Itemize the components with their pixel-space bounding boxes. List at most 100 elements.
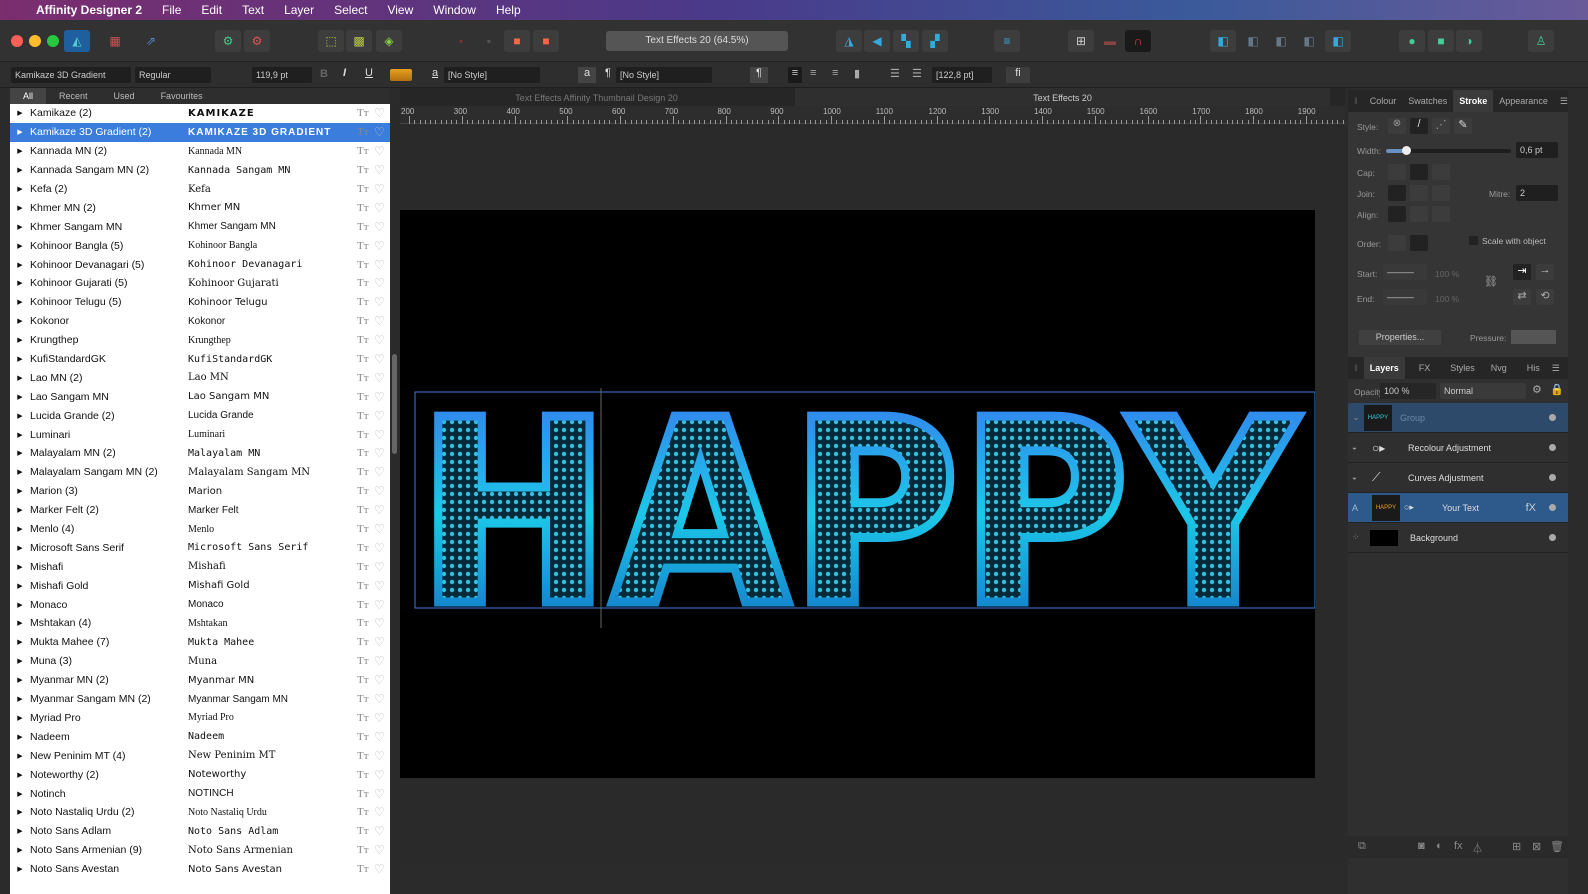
zoom-button[interactable] [47, 35, 59, 47]
font-list-item[interactable]: ▶Myanmar Sangam MN (2)Myanmar Sangam MNT… [10, 690, 390, 709]
scale-with-object-checkbox[interactable] [1469, 236, 1478, 245]
favourite-heart-icon[interactable]: ♡ [374, 371, 385, 385]
disclosure-triangle-icon[interactable]: ▶ [10, 261, 30, 269]
round-cap-icon[interactable] [1410, 164, 1428, 180]
font-list-item[interactable]: ▶Menlo (4)MenloTт♡ [10, 520, 390, 539]
select-grid-icon[interactable]: ▩ [346, 30, 372, 52]
disclosure-triangle-icon[interactable]: ▶ [10, 601, 30, 609]
font-list-item[interactable]: ▶Malayalam Sangam MN (2)Malayalam Sangam… [10, 463, 390, 482]
favourite-heart-icon[interactable]: ♡ [374, 749, 385, 763]
designer-persona-icon[interactable]: ◭ [64, 30, 90, 52]
disclosure-triangle-icon[interactable]: ▶ [10, 563, 30, 571]
flip-vertical-icon[interactable]: ◀ [864, 30, 890, 52]
delete-icon[interactable]: 🗑 [1550, 840, 1564, 853]
align-icon[interactable]: ≡ [994, 30, 1020, 52]
font-family-field[interactable]: Kamikaze 3D Gradient [11, 67, 131, 83]
disclosure-triangle-icon[interactable]: ▶ [10, 393, 30, 401]
tab-all[interactable]: All [10, 88, 46, 104]
disclosure-triangle-icon[interactable]: ▶ [10, 714, 30, 722]
disclosure-triangle-icon[interactable]: ▶ [10, 223, 30, 231]
font-list-item[interactable]: ▶MishafiMishafiTт♡ [10, 557, 390, 576]
font-list-item[interactable]: ▶Myriad ProMyriad ProTт♡ [10, 709, 390, 728]
arrow-outside-icon[interactable]: → [1536, 264, 1554, 280]
font-size-field[interactable]: 119,9 pt [252, 67, 312, 83]
pressure-graph[interactable] [1511, 330, 1556, 344]
menu-file[interactable]: File [162, 3, 181, 17]
panel-menu-icon[interactable]: ☰ [1554, 90, 1574, 112]
font-list-item[interactable]: ▶Khmer MN (2)Khmer MNTт♡ [10, 198, 390, 217]
happy-text-artwork[interactable]: HAPPY [400, 210, 1315, 778]
favourite-heart-icon[interactable]: ♡ [374, 258, 385, 272]
para-panel-button[interactable]: ¶ [750, 67, 768, 83]
intersect-boolean-icon[interactable]: ◧ [1268, 30, 1294, 52]
forward-icon[interactable]: ▪ [476, 30, 502, 52]
favourite-heart-icon[interactable]: ♡ [374, 522, 385, 536]
font-list-item[interactable]: ▶Malayalam MN (2)Malayalam MNTт♡ [10, 444, 390, 463]
favourite-heart-icon[interactable]: ♡ [374, 314, 385, 328]
disclosure-triangle-icon[interactable]: ▶ [10, 790, 30, 798]
font-list-item[interactable]: ▶Noto Sans Armenian (9)Noto Sans Armenia… [10, 841, 390, 860]
stroke-front-icon[interactable] [1410, 235, 1428, 251]
disclosure-triangle-icon[interactable]: ▶ [10, 638, 30, 646]
rotate-left-icon[interactable]: ▚ [893, 30, 919, 52]
favourite-heart-icon[interactable]: ♡ [374, 654, 385, 668]
app-menu[interactable]: Affinity Designer 2 [36, 3, 142, 17]
favourite-heart-icon[interactable]: ♡ [374, 182, 385, 196]
favourite-heart-icon[interactable]: ♡ [374, 106, 385, 120]
align-right-icon[interactable]: ≡ [832, 67, 838, 79]
tab-stroke[interactable]: Stroke [1453, 90, 1493, 112]
favourite-heart-icon[interactable]: ♡ [374, 824, 385, 838]
happy-text[interactable]: HAPPY [417, 366, 1300, 663]
account-icon[interactable]: ♙ [1528, 30, 1554, 52]
font-list-item[interactable]: ▶Noto Nastaliq Urdu (2)Noto Nastaliq Urd… [10, 803, 390, 822]
mitre-field[interactable]: 2 [1516, 185, 1558, 201]
char-panel-button[interactable]: a [578, 67, 596, 83]
artboard[interactable]: HAPPY [400, 210, 1315, 778]
favourite-heart-icon[interactable]: ♡ [374, 635, 385, 649]
align-center-icon[interactable]: ≡ [810, 67, 816, 79]
snapping-magnet-icon[interactable]: ∩ [1125, 30, 1151, 52]
favourite-heart-icon[interactable]: ♡ [374, 390, 385, 404]
end-scale-field[interactable]: 100 % [1435, 294, 1459, 304]
favourite-heart-icon[interactable]: ♡ [374, 730, 385, 744]
rotate-right-icon[interactable]: ▞ [922, 30, 948, 52]
favourite-heart-icon[interactable]: ♡ [374, 616, 385, 630]
favourite-heart-icon[interactable]: ♡ [374, 276, 385, 290]
lock-icon[interactable]: 🔒 [1550, 383, 1564, 396]
character-style-select[interactable]: [No Style] [444, 67, 540, 83]
font-list-item[interactable]: ▶MonacoMonacoTт♡ [10, 595, 390, 614]
font-list-item[interactable]: ▶KufiStandardGKKufiStandardGKTт♡ [10, 350, 390, 369]
disclosure-triangle-icon[interactable]: ▶ [10, 676, 30, 684]
justify-icon[interactable]: ▮ [854, 67, 860, 80]
tab-favourites[interactable]: Favourites [148, 88, 216, 104]
divide-boolean-icon[interactable]: ◧ [1325, 30, 1351, 52]
grid-icon[interactable]: ⊞ [1068, 30, 1094, 52]
disclosure-triangle-icon[interactable]: ▶ [10, 695, 30, 703]
favourite-heart-icon[interactable]: ♡ [374, 787, 385, 801]
fx-footer-icon[interactable]: fx [1454, 840, 1463, 852]
font-list-item[interactable]: ▶Kannada Sangam MN (2)Kannada Sangam MNT… [10, 161, 390, 180]
document-title[interactable]: Text Effects 20 (64.5%) [606, 31, 788, 51]
miter-join-icon[interactable] [1388, 185, 1406, 201]
font-list-item[interactable]: ▶Kannada MN (2)Kannada MNTт♡ [10, 142, 390, 161]
bevel-join-icon[interactable] [1432, 185, 1450, 201]
disclosure-triangle-icon[interactable]: ▶ [10, 374, 30, 382]
font-list-item[interactable]: ▶Khmer Sangam MNKhmer Sangam MNTт♡ [10, 217, 390, 236]
adjustment-icon[interactable]: ◐ [1436, 840, 1443, 852]
font-list-item[interactable]: ▶Noto Sans AvestanNoto Sans AvestanTт♡ [10, 860, 390, 879]
tab-styles[interactable]: Styles [1444, 357, 1481, 379]
font-list-item[interactable]: ▶Noteworthy (2)NoteworthyTт♡ [10, 765, 390, 784]
font-list-item[interactable]: ▶NotinchNOTINCHTт♡ [10, 784, 390, 803]
disclosure-triangle-icon[interactable]: ▶ [10, 355, 30, 363]
disclosure-triangle-icon[interactable]: ▶ [10, 128, 30, 136]
disclosure-triangle-icon[interactable]: ▶ [10, 431, 30, 439]
close-button[interactable] [11, 35, 23, 47]
menu-select[interactable]: Select [334, 3, 367, 17]
disclosure-triangle-icon[interactable]: ▶ [10, 109, 30, 117]
favourite-heart-icon[interactable]: ♡ [374, 201, 385, 215]
disclosure-triangle-icon[interactable]: ▶ [10, 846, 30, 854]
italic-button[interactable]: I [343, 67, 346, 79]
disclosure-triangle-icon[interactable]: ▶ [10, 336, 30, 344]
font-list-item[interactable]: ▶Kohinoor Gujarati (5)Kohinoor GujaratiT… [10, 274, 390, 293]
scrollbar-thumb[interactable] [392, 354, 397, 454]
